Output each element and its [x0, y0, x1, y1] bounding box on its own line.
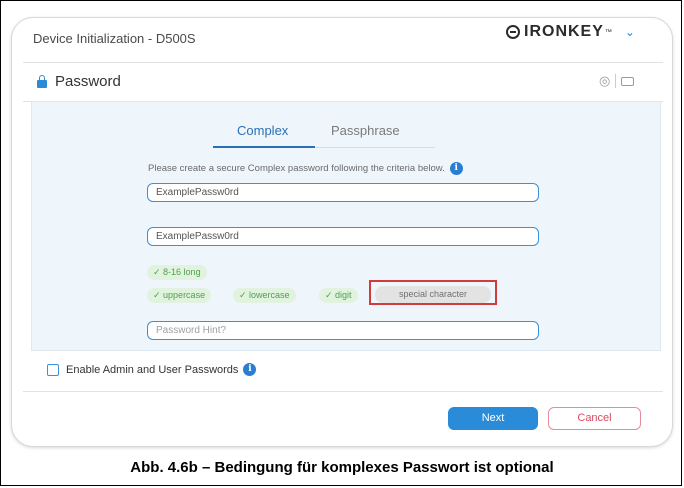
brand-logo-text: IRONKEY: [524, 23, 604, 40]
keyboard-icon[interactable]: [621, 76, 635, 86]
criteria-uppercase-chip: ✓ uppercase: [147, 288, 212, 303]
next-button[interactable]: Next: [448, 407, 538, 430]
footer-divider: [23, 391, 663, 392]
confirm-password-input[interactable]: ExamplePassw0rd: [147, 227, 539, 246]
criteria-digit-chip: ✓ digit: [319, 288, 358, 303]
ironkey-logo-icon: [506, 25, 520, 39]
admin-user-label: Enable Admin and User Passwords: [66, 363, 239, 376]
password-value: ExamplePassw0rd: [156, 187, 239, 198]
info-icon[interactable]: i: [243, 363, 257, 376]
section-header: Password: [37, 73, 121, 90]
active-tab-indicator: [213, 146, 315, 148]
password-panel: [31, 101, 661, 351]
instruction: Please create a secure Complex password …: [148, 162, 463, 175]
window-title: Device Initialization - D500S: [33, 31, 196, 46]
confirm-password-value: ExamplePassw0rd: [156, 231, 239, 242]
criteria-length-chip: ✓ 8-16 long: [147, 265, 207, 280]
figure-caption: Abb. 4.6b – Bedingung für komplexes Pass…: [130, 459, 554, 476]
header-divider: [23, 62, 663, 63]
password-input[interactable]: ExamplePassw0rd: [147, 183, 539, 202]
lock-icon: [37, 74, 47, 88]
info-icon[interactable]: i: [449, 162, 463, 175]
admin-user-option[interactable]: Enable Admin and User Passwords i: [47, 363, 257, 376]
admin-user-checkbox[interactable]: [47, 363, 59, 376]
cancel-button[interactable]: Cancel: [548, 407, 641, 430]
tab-baseline: [315, 147, 435, 148]
password-hint-placeholder: Password Hint?: [156, 325, 227, 336]
figure-frame: Device Initialization - D500S IRONKEY ™ …: [0, 0, 682, 486]
eye-icon[interactable]: ◎: [599, 73, 610, 89]
tab-passphrase[interactable]: Passphrase: [331, 123, 400, 138]
brand-menu[interactable]: IRONKEY ™ ⌄: [506, 23, 636, 41]
section-tools: ◎: [599, 73, 635, 89]
criteria-lowercase-chip: ✓ lowercase: [233, 288, 296, 303]
password-hint-input[interactable]: Password Hint?: [147, 321, 539, 340]
trademark-symbol: ™: [604, 28, 613, 36]
tools-separator: [615, 74, 617, 88]
tab-complex[interactable]: Complex: [237, 123, 288, 138]
annotation-highlight-box: [369, 280, 497, 305]
section-title: Password: [55, 73, 121, 90]
instruction-text: Please create a secure Complex password …: [148, 163, 445, 174]
chevron-down-icon[interactable]: ⌄: [625, 25, 636, 39]
